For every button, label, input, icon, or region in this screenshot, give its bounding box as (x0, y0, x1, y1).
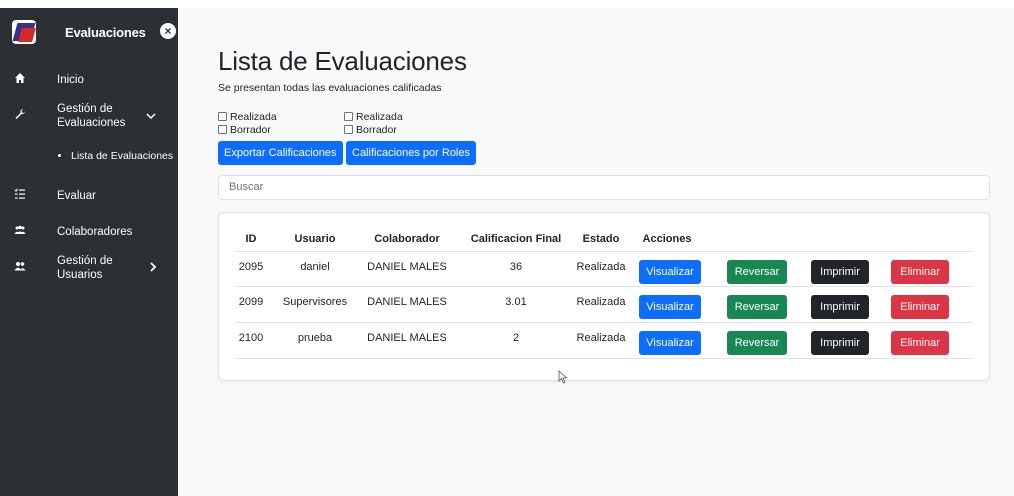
sidebar-item-gestion-usuarios[interactable]: Gestión de Usuarios (0, 252, 178, 284)
sidebar-item-label: Inicio (57, 74, 84, 86)
sidebar-item-colaboradores[interactable]: Colaboradores (0, 222, 178, 242)
users-icon (12, 224, 28, 240)
cell-colaborador: DANIEL MALES (367, 261, 447, 273)
home-icon (12, 72, 28, 88)
visualizar-button[interactable]: Visualizar (639, 295, 701, 319)
sidebar-subitem-label: Lista de Evaluaciones (71, 150, 174, 162)
filter-checkbox-borrador-1[interactable]: Borrador (218, 124, 271, 136)
eliminar-button[interactable]: Eliminar (891, 260, 949, 284)
cell-id: 2095 (238, 261, 264, 273)
table-row: 2095 daniel DANIEL MALES 36 Realizada Vi… (235, 251, 973, 287)
search-input[interactable]: Buscar (218, 175, 990, 200)
column-header-estado: Estado (582, 233, 620, 245)
sidebar-title: Evaluaciones (65, 25, 146, 40)
sidebar-subitem-lista-evaluaciones[interactable]: Lista de Evaluaciones (52, 150, 173, 162)
checkbox-icon[interactable] (344, 112, 353, 121)
cell-id: 2100 (238, 332, 264, 344)
user-group-icon (12, 260, 28, 276)
column-header-usuario: Usuario (294, 233, 336, 245)
sidebar-item-label: Gestión de Usuarios (57, 255, 113, 281)
export-grades-button[interactable]: Exportar Calificaciones (218, 141, 343, 165)
visualizar-button[interactable]: Visualizar (639, 260, 701, 284)
cell-estado: Realizada (576, 332, 626, 344)
cell-usuario: daniel (300, 261, 330, 273)
top-strip (0, 0, 1014, 8)
sidebar-item-label: Colaboradores (57, 226, 133, 238)
filter-checkbox-borrador-2[interactable]: Borrador (344, 124, 397, 136)
filter-checkbox-realizada-2[interactable]: Realizada (344, 111, 403, 123)
checkbox-icon[interactable] (218, 125, 227, 134)
eliminar-button[interactable]: Eliminar (891, 295, 949, 319)
cell-colaborador: DANIEL MALES (367, 296, 447, 308)
column-header-calificacion: Calificacion Final (470, 233, 562, 245)
chevron-down-icon (144, 109, 158, 123)
checkbox-label: Borrador (356, 124, 397, 136)
eliminar-button[interactable]: Eliminar (891, 331, 949, 355)
imprimir-button[interactable]: Imprimir (811, 260, 869, 284)
page-subtitle: Se presentan todas las evaluaciones cali… (218, 82, 442, 94)
checkbox-label: Borrador (230, 124, 271, 136)
cell-usuario: Supervisores (282, 296, 348, 308)
page-title: Lista de Evaluaciones (218, 46, 467, 76)
sidebar-item-label: Evaluar (57, 190, 96, 202)
chevron-right-icon (146, 261, 160, 275)
app-window: Evaluaciones × Inicio Gestión de Evaluac… (0, 0, 1014, 496)
app-logo (12, 20, 36, 44)
column-header-id: ID (245, 233, 257, 245)
reversar-button[interactable]: Reversar (727, 331, 787, 355)
checkbox-icon[interactable] (218, 112, 227, 121)
imprimir-button[interactable]: Imprimir (811, 295, 869, 319)
cell-usuario: prueba (297, 332, 333, 344)
evaluations-table-card: ID Usuario Colaborador Calificacion Fina… (218, 212, 990, 381)
imprimir-button[interactable]: Imprimir (811, 331, 869, 355)
cell-id: 2099 (238, 296, 264, 308)
cell-colaborador: DANIEL MALES (367, 332, 447, 344)
sidebar: Evaluaciones × Inicio Gestión de Evaluac… (0, 8, 178, 496)
reversar-button[interactable]: Reversar (727, 260, 787, 284)
mouse-cursor-icon (558, 370, 568, 384)
sidebar-item-evaluar[interactable]: Evaluar (0, 186, 178, 206)
column-header-colaborador: Colaborador (374, 233, 440, 245)
filter-checkbox-realizada-1[interactable]: Realizada (218, 111, 277, 123)
cell-calificacion: 36 (509, 261, 523, 273)
column-header-acciones: Acciones (642, 233, 692, 245)
cell-estado: Realizada (576, 296, 626, 308)
close-icon[interactable]: × (160, 23, 176, 39)
sidebar-item-inicio[interactable]: Inicio (0, 70, 178, 90)
grades-by-roles-button[interactable]: Calificaciones por Roles (346, 141, 476, 165)
cell-calificacion: 3.01 (505, 296, 527, 308)
sidebar-brand: Evaluaciones × (0, 8, 178, 58)
checkbox-icon[interactable] (344, 125, 353, 134)
main-content: Lista de Evaluaciones Se presentan todas… (178, 8, 1014, 496)
checkbox-label: Realizada (230, 111, 277, 123)
cell-calificacion: 2 (512, 332, 520, 344)
sidebar-item-label: Gestión de Evaluaciones (57, 103, 126, 129)
wrench-icon (12, 108, 28, 124)
table-row: 2099 Supervisores DANIEL MALES 3.01 Real… (235, 287, 973, 323)
visualizar-button[interactable]: Visualizar (639, 331, 701, 355)
cell-estado: Realizada (576, 261, 626, 273)
table-row: 2100 prueba DANIEL MALES 2 Realizada Vis… (235, 323, 973, 359)
sidebar-item-gestion-evaluaciones[interactable]: Gestión de Evaluaciones (0, 100, 178, 132)
checklist-icon (12, 188, 28, 204)
checkbox-label: Realizada (356, 111, 403, 123)
reversar-button[interactable]: Reversar (727, 295, 787, 319)
